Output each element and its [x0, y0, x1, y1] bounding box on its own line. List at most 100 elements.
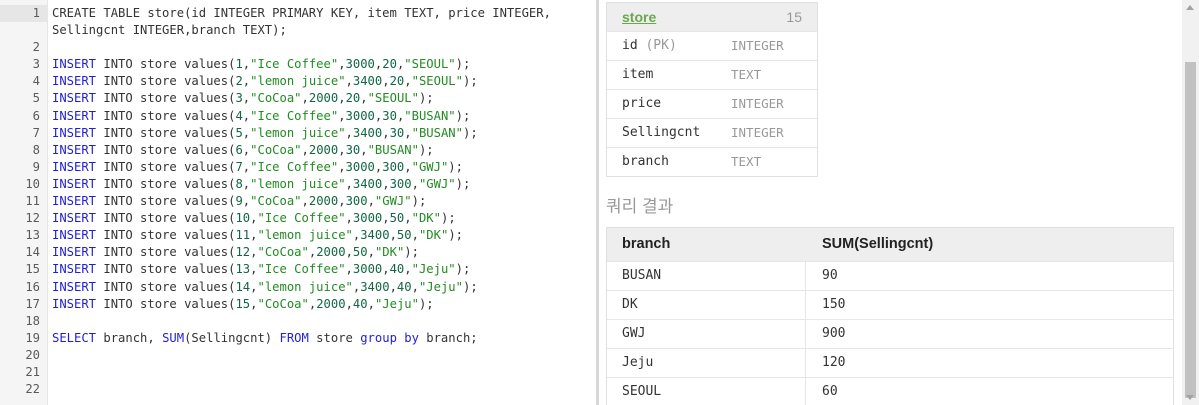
string-literal: "CoCoa": [250, 194, 302, 209]
code-line[interactable]: 17 INSERT INTO store values(15,"CoCoa",20…: [0, 296, 593, 313]
code-token: store: [308, 330, 361, 345]
code-token: INTO store values(: [96, 91, 236, 106]
schema-row-count: 15: [786, 9, 802, 25]
code-token: );: [455, 57, 471, 72]
code-line[interactable]: 18: [0, 313, 593, 330]
code-token: ,: [382, 74, 390, 89]
number-literal: 8: [235, 176, 243, 191]
result-row: BUSAN 90: [607, 261, 1173, 290]
sql-keyword: INSERT: [52, 228, 97, 243]
code-token: );: [418, 142, 434, 157]
line-number: 7: [32, 125, 40, 140]
sql-keyword: group by: [360, 330, 419, 345]
code-line[interactable]: 8 INSERT INTO store values(6,"CoCoa",2000…: [0, 142, 593, 159]
number-literal: 2: [235, 74, 243, 89]
scroll-up-arrow-icon[interactable]: [1186, 5, 1194, 10]
number-literal: 7: [235, 159, 243, 174]
line-number: 14: [25, 245, 40, 260]
string-literal: "SEOUL": [367, 91, 419, 106]
number-literal: 300: [345, 194, 368, 209]
column-name-text: price: [622, 96, 662, 111]
number-literal: 6: [235, 142, 243, 157]
sql-keyword: FROM: [279, 330, 309, 345]
result-cell-branch: Jeju: [622, 355, 654, 370]
code-line[interactable]: 9 INSERT INTO store values(7,"Ice Coffee"…: [0, 159, 593, 176]
primary-key-badge: (PK): [645, 38, 677, 53]
number-literal: 20: [345, 91, 361, 106]
line-number: 6: [32, 108, 40, 123]
schema-table-name-link[interactable]: store: [622, 9, 656, 25]
column-separator: [805, 378, 806, 405]
code-token: INTO store values(: [96, 228, 236, 243]
code-token: INTO store values(: [96, 108, 236, 123]
code-line[interactable]: 13 INSERT INTO store values(11, "lemon jui…: [0, 227, 593, 244]
sql-keyword: SUM: [162, 330, 185, 345]
schema-column-name: price: [622, 96, 661, 111]
number-literal: 9: [235, 194, 243, 209]
code-token: ,: [411, 176, 419, 191]
code-token: ,: [411, 228, 419, 243]
number-literal: 11: [235, 228, 251, 243]
code-token: branch;: [418, 330, 478, 345]
code-token: );: [418, 296, 434, 311]
number-literal: 2000: [308, 142, 339, 157]
result-cell-sum: 120: [822, 355, 846, 370]
code-token: ,: [382, 176, 390, 191]
code-line[interactable]: 14 INSERT INTO store values(12,"CoCoa",20…: [0, 244, 593, 261]
code-line[interactable]: 16 INSERT INTO store values(14, "lemon jui…: [0, 279, 593, 296]
result-row: SEOUL 60: [607, 377, 1173, 405]
number-literal: 3000: [345, 57, 375, 72]
sql-editor[interactable]: 1 CREATE TABLE store(id INTEGER PRIMARY K…: [0, 0, 593, 405]
number-literal: 3000: [352, 262, 383, 277]
code-line[interactable]: 3 INSERT INTO store values(1,"Ice Coffee"…: [0, 56, 593, 73]
string-literal: "SEOUL": [411, 74, 463, 89]
column-separator: [805, 291, 806, 319]
scrollbar-thumb[interactable]: [1185, 62, 1196, 398]
code-token: ,: [389, 279, 397, 294]
code-line[interactable]: 6 INSERT INTO store values(4,"Ice Coffee"…: [0, 108, 593, 125]
number-literal: 50: [389, 211, 405, 226]
code-text: INSERT INTO store values(11, "lemon juice…: [52, 227, 587, 244]
code-token: );: [455, 262, 471, 277]
string-literal: "CoCoa": [250, 91, 302, 106]
code-text: INSERT INTO store values(4,"Ice Coffee",…: [52, 108, 587, 125]
code-area[interactable]: 1 CREATE TABLE store(id INTEGER PRIMARY K…: [0, 5, 593, 398]
code-line[interactable]: 15 INSERT INTO store values(13,"Ice Coffe…: [0, 261, 593, 278]
code-text: INSERT INTO store values(14, "lemon juice…: [52, 279, 587, 296]
line-number: 3: [32, 57, 40, 72]
code-line[interactable]: 19 SELECT branch, SUM(Sellingcnt) FROM st…: [0, 330, 593, 347]
code-token: INTO store values(: [96, 262, 236, 277]
code-text: INSERT INTO store values(10,"Ice Coffee"…: [52, 210, 587, 227]
string-literal: "lemon juice": [257, 279, 353, 294]
scroll-down-arrow-icon[interactable]: [1186, 395, 1194, 400]
sql-keyword: INSERT: [52, 245, 97, 260]
code-line[interactable]: 21: [0, 364, 593, 381]
code-line[interactable]: 10 INSERT INTO store values(8,"lemon juic…: [0, 176, 593, 193]
code-text: INSERT INTO store values(6,"CoCoa",2000,…: [52, 142, 587, 159]
code-line[interactable]: 1 CREATE TABLE store(id INTEGER PRIMARY K…: [0, 5, 593, 39]
vertical-scrollbar[interactable]: [1182, 0, 1199, 405]
code-line[interactable]: 11 INSERT INTO store values(9,"CoCoa",200…: [0, 193, 593, 210]
result-cell-sum: 150: [822, 297, 846, 312]
schema-column-type: INTEGER: [731, 96, 784, 111]
schema-column-name: branch: [622, 154, 669, 169]
result-cell-sum: 90: [822, 268, 838, 283]
sql-keyword: INSERT: [52, 74, 97, 89]
code-line[interactable]: 5 INSERT INTO store values(3,"CoCoa",2000…: [0, 90, 593, 107]
sql-keyword: INSERT: [52, 91, 97, 106]
line-number: 21: [25, 364, 40, 379]
code-line[interactable]: 12 INSERT INTO store values(10,"Ice Coffe…: [0, 210, 593, 227]
schema-header: store 15: [607, 3, 817, 31]
result-cell-sum: 900: [822, 326, 846, 341]
code-line[interactable]: 20: [0, 347, 593, 364]
number-literal: 20: [382, 57, 397, 72]
code-line[interactable]: 4 INSERT INTO store values(2,"lemon juice…: [0, 73, 593, 90]
result-row: DK 150: [607, 290, 1173, 319]
code-line[interactable]: 2: [0, 39, 593, 56]
code-line[interactable]: 7 INSERT INTO store values(5,"lemon juice…: [0, 125, 593, 142]
line-number: 16: [25, 279, 40, 294]
code-line[interactable]: 22: [0, 381, 593, 398]
string-literal: "BUSAN": [411, 125, 463, 140]
column-name-text: branch: [622, 154, 669, 169]
code-token: INTO store values(: [96, 194, 236, 209]
